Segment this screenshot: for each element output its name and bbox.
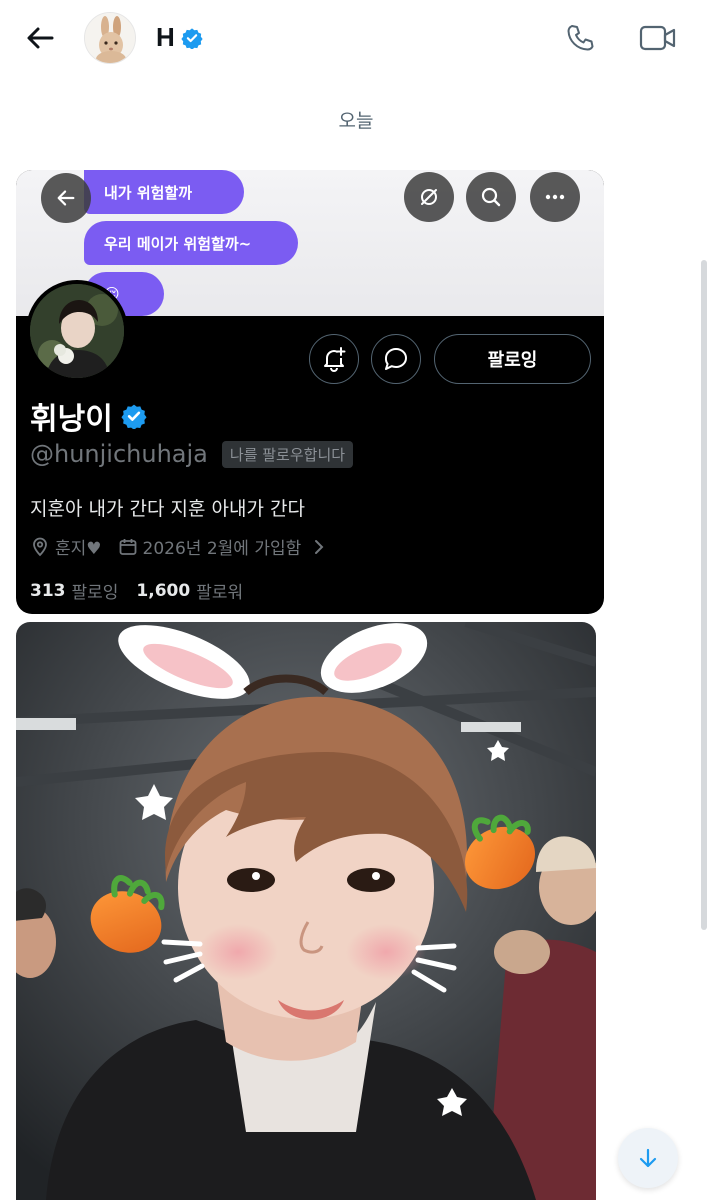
scrollbar[interactable] xyxy=(701,260,707,930)
followers-label: 팔로워 xyxy=(196,583,244,603)
chevron-right-icon xyxy=(315,539,324,554)
hide-icon xyxy=(421,189,437,205)
contact-name-text: H xyxy=(156,22,175,52)
following-button: 팔로잉 xyxy=(434,334,591,384)
profile-back-button xyxy=(41,173,91,223)
shared-screenshot-card[interactable]: 내가 위험할까 우리 메이가 위험할까~ 😔 xyxy=(16,170,604,614)
avatar[interactable] xyxy=(84,12,136,64)
profile-handle-row: @hunjichuhaja 나를 팔로우합니다 xyxy=(30,440,354,468)
notification-bell-button xyxy=(309,334,359,384)
following-label: 팔로잉 xyxy=(71,583,119,603)
verified-badge-icon xyxy=(181,27,203,49)
contact-name[interactable]: H xyxy=(156,22,203,53)
search-button xyxy=(466,172,516,222)
display-name-text: 휘낭이 xyxy=(30,402,113,437)
profile-photo-icon xyxy=(30,284,124,378)
chat-bubble: 우리 메이가 위험할까~ xyxy=(84,221,298,265)
call-button[interactable] xyxy=(560,18,600,58)
more-icon xyxy=(545,194,565,200)
profile-bio: 지훈아 내가 간다 지훈 아내가 간다 xyxy=(30,498,305,520)
followers-count: 1,600 xyxy=(136,580,191,601)
chat-bubble-icon xyxy=(384,348,407,370)
calendar-icon xyxy=(119,538,136,555)
chat-bubble: 내가 위험할까 xyxy=(84,170,244,214)
phone-icon xyxy=(567,25,594,51)
profile-stats: 313 팔로잉 1,600 팔로워 xyxy=(30,578,244,604)
location-text: 훈지♥ xyxy=(55,539,102,559)
search-icon xyxy=(481,187,501,207)
message-button xyxy=(371,334,421,384)
joined-text: 2026년 2월에 가입함 xyxy=(142,539,302,559)
profile-avatar xyxy=(26,280,128,382)
scroll-to-bottom-button[interactable] xyxy=(618,1128,678,1188)
follows-you-badge: 나를 팔로우합니다 xyxy=(221,440,354,468)
location-pin-icon xyxy=(33,537,47,556)
hide-button xyxy=(404,172,454,222)
bunny-avatar-icon xyxy=(85,13,135,63)
following-count: 313 xyxy=(30,580,66,601)
photo-with-bunny-filter xyxy=(16,622,596,1200)
video-camera-icon xyxy=(639,25,676,51)
verified-badge-icon xyxy=(121,404,147,429)
arrow-left-icon xyxy=(57,190,75,206)
video-call-button[interactable] xyxy=(636,18,680,58)
conversation-header: H xyxy=(0,0,712,76)
bell-plus-icon xyxy=(324,347,346,372)
profile-display-name: 휘낭이 xyxy=(30,394,147,438)
more-button xyxy=(530,172,580,222)
joined-item: 2026년 2월에 가입함 xyxy=(118,534,329,559)
back-button[interactable] xyxy=(20,18,60,58)
arrow-left-icon xyxy=(27,27,54,49)
shared-photo[interactable] xyxy=(16,622,596,1200)
date-separator: 오늘 xyxy=(338,110,374,132)
profile-meta: 훈지♥ 2026년 2월에 가입함 xyxy=(30,534,328,559)
location-item: 훈지♥ xyxy=(30,534,102,559)
arrow-down-icon xyxy=(639,1148,657,1168)
profile-handle: @hunjichuhaja xyxy=(30,440,208,468)
